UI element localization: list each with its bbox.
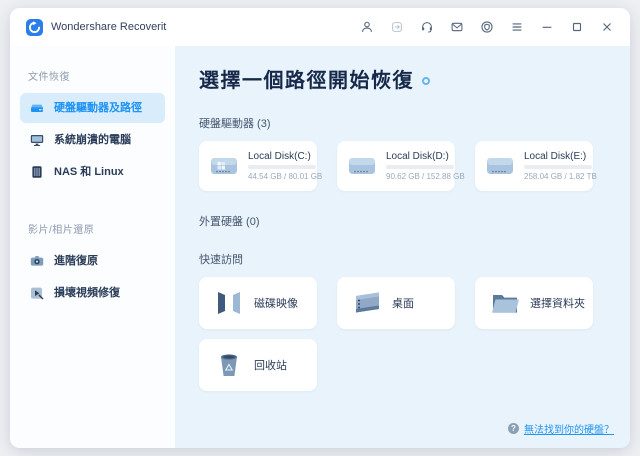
sidebar-item-video-repair[interactable]: 損壞視頻修復 — [20, 278, 165, 308]
hdd-cards-row: Local Disk(C:) 44.54 GB / 80.01 GB Local… — [199, 141, 606, 191]
sidebar-item-enhanced-recovery[interactable]: 進階復原 — [20, 246, 165, 276]
quick-card-disk-image[interactable]: 磁碟映像 — [199, 277, 317, 329]
drive-name: Local Disk(C:) — [248, 151, 307, 162]
app-window: Wondershare Recoverit — [10, 8, 630, 448]
sign-in-icon[interactable] — [389, 20, 404, 35]
folder-icon — [489, 288, 521, 318]
quick-access-row-1: 磁碟映像 桌面 選擇資料夾 — [199, 277, 606, 329]
drive-card-c[interactable]: Local Disk(C:) 44.54 GB / 80.01 GB — [199, 141, 317, 191]
quick-access-section-label: 快速訪問 — [199, 251, 606, 267]
recycle-bin-icon — [213, 350, 245, 380]
hard-drive-icon — [29, 100, 45, 116]
sidebar-section-file-recovery: 文件恢復 — [10, 62, 175, 91]
mail-feedback-icon[interactable] — [449, 20, 464, 35]
close-button[interactable] — [599, 20, 614, 35]
disk-image-icon — [213, 288, 245, 318]
quick-card-label: 選擇資料夾 — [530, 295, 585, 311]
sidebar-section-photo-video-repair: 影片/相片還原 — [10, 215, 175, 244]
external-section-label: 外置硬盤 (0) — [199, 213, 606, 229]
drive-usage-text: 258.04 GB / 1.82 TB — [524, 172, 583, 181]
nas-server-icon — [29, 164, 45, 180]
quick-card-label: 磁碟映像 — [254, 295, 298, 311]
sidebar-item-label: NAS 和 Linux — [54, 167, 124, 178]
desktop-icon — [351, 288, 383, 318]
guarantee-shield-icon[interactable] — [479, 20, 494, 35]
drive-usage-text: 44.54 GB / 80.01 GB — [248, 172, 307, 181]
sidebar: 文件恢復 硬盤驅動器及路徑 系統崩潰的電腦 NAS 和 Linux — [10, 46, 175, 448]
page-title-text: 選擇一個路徑開始恢復 — [199, 64, 414, 93]
quick-access-row-2: 回收站 — [199, 339, 606, 391]
sidebar-item-nas-linux[interactable]: NAS 和 Linux — [20, 157, 165, 187]
sidebar-item-hard-drives[interactable]: 硬盤驅動器及路徑 — [20, 93, 165, 123]
hdd-section-label: 硬盤驅動器 (3) — [199, 115, 606, 131]
drive-card-d[interactable]: Local Disk(D:) 90.62 GB / 152.88 GB — [337, 141, 455, 191]
maximize-button[interactable] — [569, 20, 584, 35]
drive-card-e[interactable]: Local Disk(E:) 258.04 GB / 1.82 TB — [475, 141, 593, 191]
sidebar-item-label: 硬盤驅動器及路徑 — [54, 103, 142, 114]
drive-usage-bar — [524, 165, 592, 169]
quick-card-label: 桌面 — [392, 295, 414, 311]
app-title: Wondershare Recoverit — [51, 21, 166, 33]
question-icon: ? — [508, 423, 519, 434]
page-title: 選擇一個路徑開始恢復 — [199, 64, 606, 93]
quick-card-select-folder[interactable]: 選擇資料夾 — [475, 277, 593, 329]
crashed-computer-icon — [29, 132, 45, 148]
minimize-button[interactable] — [539, 20, 554, 35]
camera-icon — [29, 253, 45, 269]
drive-usage-text: 90.62 GB / 152.88 GB — [386, 172, 445, 181]
cant-find-drive-link-text[interactable]: 無法找到你的硬盤？ — [524, 421, 614, 436]
quick-card-label: 回收站 — [254, 357, 287, 373]
cant-find-drive-link[interactable]: ? 無法找到你的硬盤？ — [508, 421, 614, 436]
main-panel: 選擇一個路徑開始恢復 硬盤驅動器 (3) Local Disk(C:) 44.5… — [175, 46, 630, 448]
drive-usage-bar — [248, 165, 316, 169]
menu-list-icon[interactable] — [509, 20, 524, 35]
video-repair-icon — [29, 285, 45, 301]
sidebar-item-crashed-computer[interactable]: 系統崩潰的電腦 — [20, 125, 165, 155]
user-account-icon[interactable] — [359, 20, 374, 35]
drive-name: Local Disk(E:) — [524, 151, 583, 162]
support-headset-icon[interactable] — [419, 20, 434, 35]
drive-icon — [347, 153, 377, 179]
drive-icon — [485, 153, 515, 179]
drive-usage-bar — [386, 165, 454, 169]
sidebar-item-label: 系統崩潰的電腦 — [54, 135, 131, 146]
info-icon[interactable] — [422, 77, 430, 85]
drive-name: Local Disk(D:) — [386, 151, 445, 162]
windows-drive-icon — [209, 153, 239, 179]
recoverit-logo-icon — [26, 19, 43, 36]
titlebar: Wondershare Recoverit — [10, 8, 630, 46]
quick-card-recycle-bin[interactable]: 回收站 — [199, 339, 317, 391]
sidebar-item-label: 進階復原 — [54, 256, 98, 267]
quick-card-desktop[interactable]: 桌面 — [337, 277, 455, 329]
sidebar-item-label: 損壞視頻修復 — [54, 288, 120, 299]
